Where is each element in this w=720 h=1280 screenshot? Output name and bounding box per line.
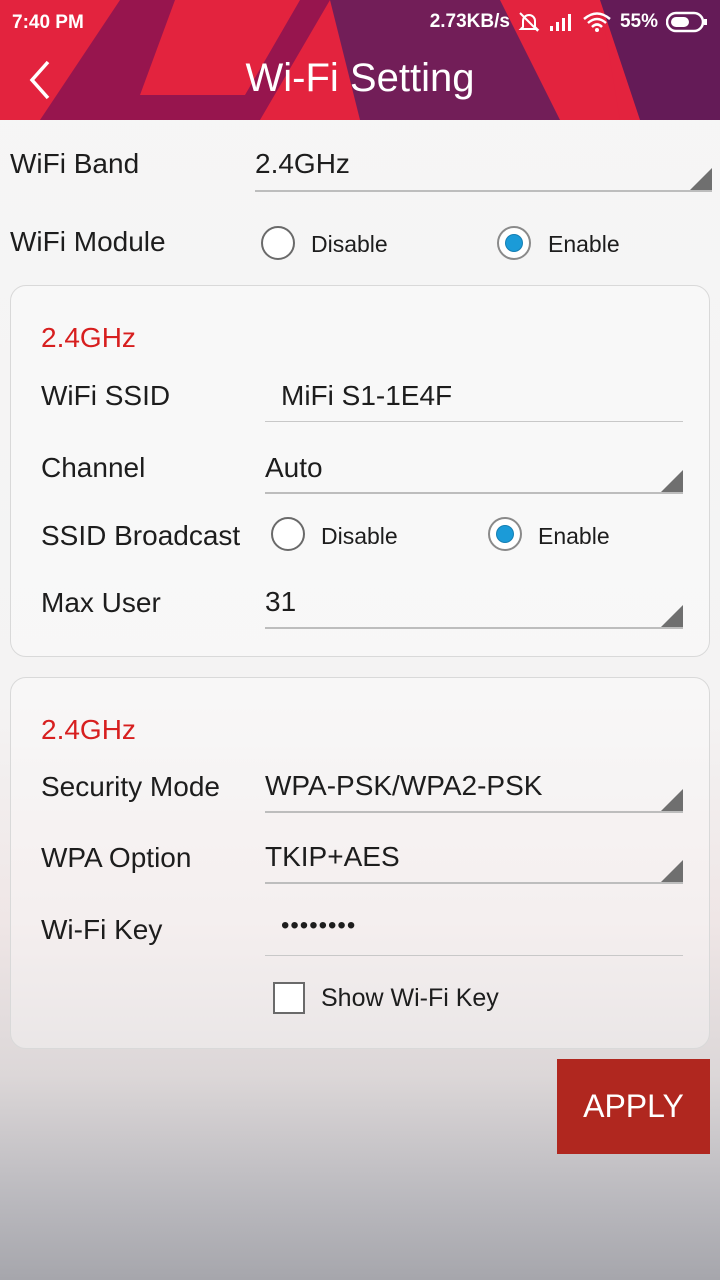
ssid-broadcast-enable-radio[interactable] [488,517,522,551]
dropdown-arrow-icon [661,860,683,882]
security-mode-underline [265,811,683,813]
signal-icon [549,14,571,31]
max-user-label: Max User [41,587,161,618]
wifi-band-underline [255,190,712,192]
mute-bell-icon [518,12,540,32]
max-user-value: 31 [265,586,297,617]
ssid-broadcast-disable-label: Disable [321,523,398,549]
ssid-label: WiFi SSID [41,380,171,411]
wifi-band-label: WiFi Band [10,148,140,179]
ssid-underline [265,421,683,422]
status-icons: 2.73KB/s 55% [430,11,708,33]
ssid-broadcast-label: SSID Broadcast [41,520,241,551]
max-user-dropdown[interactable]: 31 [265,578,683,630]
dropdown-arrow-icon [661,470,683,492]
page-title: Wi-Fi Setting [245,56,475,100]
show-key-label: Show Wi-Fi Key [321,984,499,1012]
channel-dropdown[interactable]: Auto [265,444,683,496]
ssid-input[interactable]: MiFi S1-1E4F [265,370,683,424]
wifi-module-disable-radio[interactable] [261,226,295,260]
ssid-broadcast-enable-label: Enable [538,523,610,549]
status-bar: 7:40 PM 2.73KB/s 55% [0,0,720,48]
max-user-underline [265,627,683,629]
wifi-module-enable-label: Enable [548,231,620,257]
ssid-value: MiFi S1-1E4F [281,380,453,411]
security-mode-dropdown[interactable]: WPA-PSK/WPA2-PSK [265,762,683,814]
security-mode-label: Security Mode [41,771,220,802]
wifi-module-label: WiFi Module [10,226,166,257]
ssid-broadcast-disable-radio[interactable] [271,517,305,551]
wifi-key-label: Wi-Fi Key [41,914,163,945]
dropdown-arrow-icon [661,789,683,811]
wpa-option-value: TKIP+AES [265,841,400,872]
wpa-option-dropdown[interactable]: TKIP+AES [265,833,683,885]
battery-percent: 55% [619,11,658,32]
show-key-checkbox[interactable] [273,982,305,1014]
channel-value: Auto [265,452,323,483]
wifi-band-dropdown[interactable]: 2.4GHz [255,140,712,194]
channel-label: Channel [41,452,146,483]
apply-button[interactable]: APPLY [557,1059,710,1154]
dropdown-arrow-icon [690,168,712,190]
security-settings-card: 2.4GHz Security Mode WPA-PSK/WPA2-PSK WP… [10,677,710,1049]
basic-settings-card: 2.4GHz WiFi SSID MiFi S1-1E4F Channel Au… [10,285,710,657]
wifi-module-disable-label: Disable [311,231,388,257]
basic-section-title: 2.4GHz [41,322,136,353]
security-section-title: 2.4GHz [41,714,136,745]
wifi-band-value: 2.4GHz [255,148,350,179]
dropdown-arrow-icon [661,605,683,627]
wpa-option-underline [265,882,683,884]
battery-icon [666,11,707,33]
wpa-option-label: WPA Option [41,842,192,873]
network-speed: 2.73KB/s [429,11,510,32]
app-header: 7:40 PM 2.73KB/s 55% Wi-Fi Setting [0,0,720,120]
status-time: 7:40 PM [12,12,84,33]
channel-underline [265,492,683,494]
wifi-key-value: •••••••• [281,912,357,939]
security-mode-value: WPA-PSK/WPA2-PSK [265,770,543,801]
wifi-key-input[interactable]: •••••••• [265,904,683,958]
wifi-key-underline [265,955,683,956]
wifi-module-enable-radio[interactable] [497,226,531,260]
wifi-icon [583,12,611,32]
